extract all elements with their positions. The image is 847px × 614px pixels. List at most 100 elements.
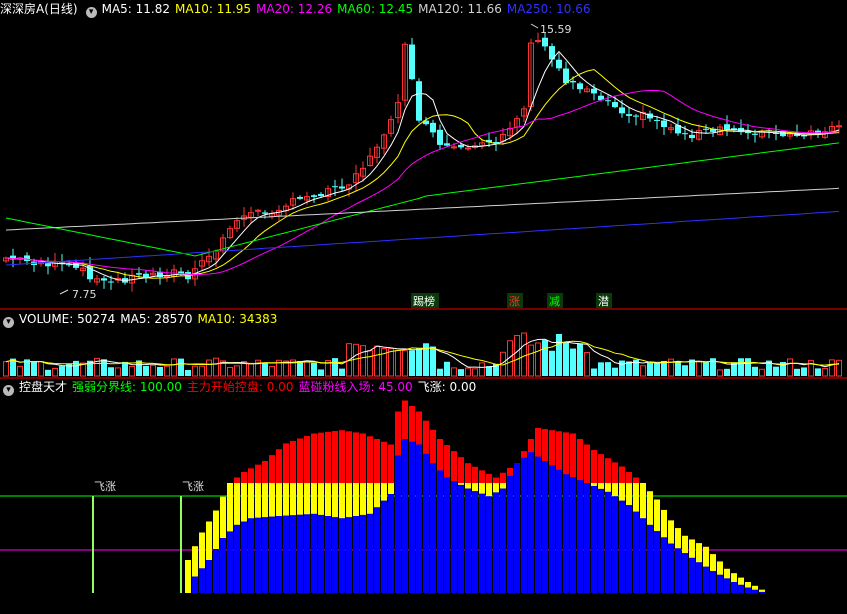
volume-bar bbox=[514, 335, 520, 377]
indicator-bar-blue bbox=[591, 485, 597, 593]
volume-bar bbox=[724, 368, 730, 376]
indicator-bar-blue bbox=[318, 514, 324, 593]
indicator-bar-blue bbox=[738, 584, 744, 593]
period-label: (日线) bbox=[44, 2, 78, 16]
stock-name[interactable]: 深深房A bbox=[0, 2, 44, 16]
indicator-bar-blue bbox=[325, 516, 331, 593]
indicator-bar-blue bbox=[668, 543, 674, 593]
volume-bar bbox=[773, 366, 779, 376]
candle-body bbox=[339, 186, 345, 189]
indicator-legend-items: 强弱分界线: 100.00 主力开始控盘: 0.00 蓝碰粉线入场: 45.00 飞涨… bbox=[72, 380, 481, 394]
indicator-bar-blue bbox=[717, 574, 723, 593]
price-chart-pane[interactable]: 15.59 7.75 踢榜 涨 减 潜 深深房A(日线) ▾ MA5: 11.82 MA10: … bbox=[0, 0, 847, 309]
volume-bar bbox=[45, 369, 51, 376]
ma-legend-item: MA10: 11.95 bbox=[175, 2, 252, 16]
indicator-bar-blue bbox=[563, 474, 569, 593]
indicator-chart-pane[interactable]: 飞涨 飞涨 ▾ 控盘天才 强弱分界线: 100.00 主力开始控盘: 0.00 蓝碰粉线入… bbox=[0, 378, 847, 614]
candle-body bbox=[724, 124, 730, 131]
ma20-line bbox=[5, 89, 840, 276]
volume-bar bbox=[150, 364, 156, 377]
indicator-bar-blue bbox=[220, 538, 226, 593]
ma-legend: MA5: 11.82 MA10: 11.95 MA20: 12.26 MA60: 12… bbox=[102, 2, 596, 16]
indicator-bar-blue bbox=[346, 517, 352, 593]
candle-body bbox=[577, 83, 583, 90]
candle-body bbox=[101, 278, 107, 281]
volume-ma5: MA5: 28570 bbox=[120, 312, 193, 326]
indicator-bar-blue bbox=[486, 496, 492, 593]
ma-legend-item: MA60: 12.45 bbox=[337, 2, 414, 16]
indicator-bar-blue bbox=[374, 507, 380, 593]
volume-bar bbox=[17, 365, 23, 377]
candle-body bbox=[654, 119, 660, 121]
volume-ma10: MA10: 34383 bbox=[197, 312, 278, 326]
indicator-bar-blue bbox=[234, 524, 240, 593]
volume-bar bbox=[808, 359, 814, 377]
signal-label: 减 bbox=[549, 295, 560, 308]
indicator-bar-blue bbox=[703, 566, 709, 593]
indicator-bar-blue bbox=[514, 463, 520, 593]
volume-bar bbox=[339, 368, 345, 376]
indicator-bar-blue bbox=[458, 484, 464, 593]
indicator-bar-blue bbox=[633, 511, 639, 593]
dropdown-circle-icon[interactable]: ▾ bbox=[3, 385, 14, 396]
volume-legend: ▾ VOLUME: 50274 MA5: 28570 MA10: 34383 bbox=[0, 310, 282, 328]
volume-bar bbox=[402, 350, 408, 377]
volume-bar bbox=[577, 343, 583, 376]
volume-bar bbox=[549, 350, 555, 376]
indicator-bar-blue bbox=[493, 492, 499, 593]
volume-bar bbox=[360, 345, 366, 377]
dropdown-circle-icon[interactable]: ▾ bbox=[85, 7, 97, 18]
volume-bar bbox=[38, 361, 44, 377]
indicator-bar-blue bbox=[297, 514, 303, 593]
volume-bar bbox=[605, 362, 611, 376]
volume-bar bbox=[416, 347, 422, 376]
candle-body bbox=[535, 40, 541, 43]
indicator-title: 控盘天才 bbox=[19, 380, 68, 394]
candle-body bbox=[591, 88, 597, 94]
indicator-bar-blue bbox=[227, 531, 233, 593]
volume-bar bbox=[185, 369, 191, 376]
candle-body bbox=[409, 44, 415, 80]
indicator-bar-blue bbox=[584, 483, 590, 593]
volume-bar bbox=[829, 359, 835, 377]
indicator-bar-blue bbox=[605, 491, 611, 593]
volume-bar bbox=[367, 350, 373, 377]
indicator-bar-blue bbox=[542, 461, 548, 593]
indicator-bar-blue bbox=[388, 494, 394, 593]
indicator-bar-blue bbox=[696, 562, 702, 593]
candle-body bbox=[465, 147, 471, 150]
ma10-line bbox=[5, 68, 840, 279]
volume-bar bbox=[143, 365, 149, 376]
volume-bar bbox=[528, 344, 534, 377]
indicator-bar-blue bbox=[241, 521, 247, 593]
volume-bar bbox=[836, 359, 842, 377]
volume-bar bbox=[332, 358, 338, 376]
low-price-label: 7.75 bbox=[72, 288, 97, 301]
dropdown-circle-icon[interactable]: ▾ bbox=[3, 317, 14, 328]
volume-bar bbox=[101, 359, 107, 376]
ma60-line bbox=[5, 142, 840, 257]
candle-body bbox=[24, 255, 30, 262]
candle-body bbox=[108, 281, 114, 283]
low-pointer bbox=[59, 289, 69, 295]
indicator-bar-blue bbox=[549, 465, 555, 593]
indicator-bar-blue bbox=[661, 537, 667, 593]
indicator-bar-blue bbox=[500, 488, 506, 593]
indicator-bar-blue bbox=[626, 505, 632, 593]
indicator-bar-blue bbox=[290, 515, 296, 593]
volume-bar bbox=[472, 368, 478, 377]
volume-chart-pane[interactable]: ▾ VOLUME: 50274 MA5: 28570 MA10: 34383 bbox=[0, 309, 847, 378]
volume-bar bbox=[248, 362, 254, 377]
indicator-bar-blue bbox=[423, 453, 429, 593]
volume-bar bbox=[129, 365, 135, 377]
volume-bar bbox=[171, 358, 177, 377]
volume-bar bbox=[206, 359, 212, 377]
indicator-bar-blue bbox=[612, 496, 618, 593]
candle-body bbox=[297, 196, 303, 199]
candle-body bbox=[332, 186, 338, 188]
indicator-bar-blue bbox=[332, 517, 338, 593]
candlestick-chart[interactable]: 15.59 7.75 踢榜 涨 减 潜 bbox=[0, 0, 847, 309]
volume-bar bbox=[696, 360, 702, 377]
kongpan-indicator-chart[interactable]: 飞涨 飞涨 bbox=[0, 378, 847, 614]
volume-bar bbox=[535, 342, 541, 377]
